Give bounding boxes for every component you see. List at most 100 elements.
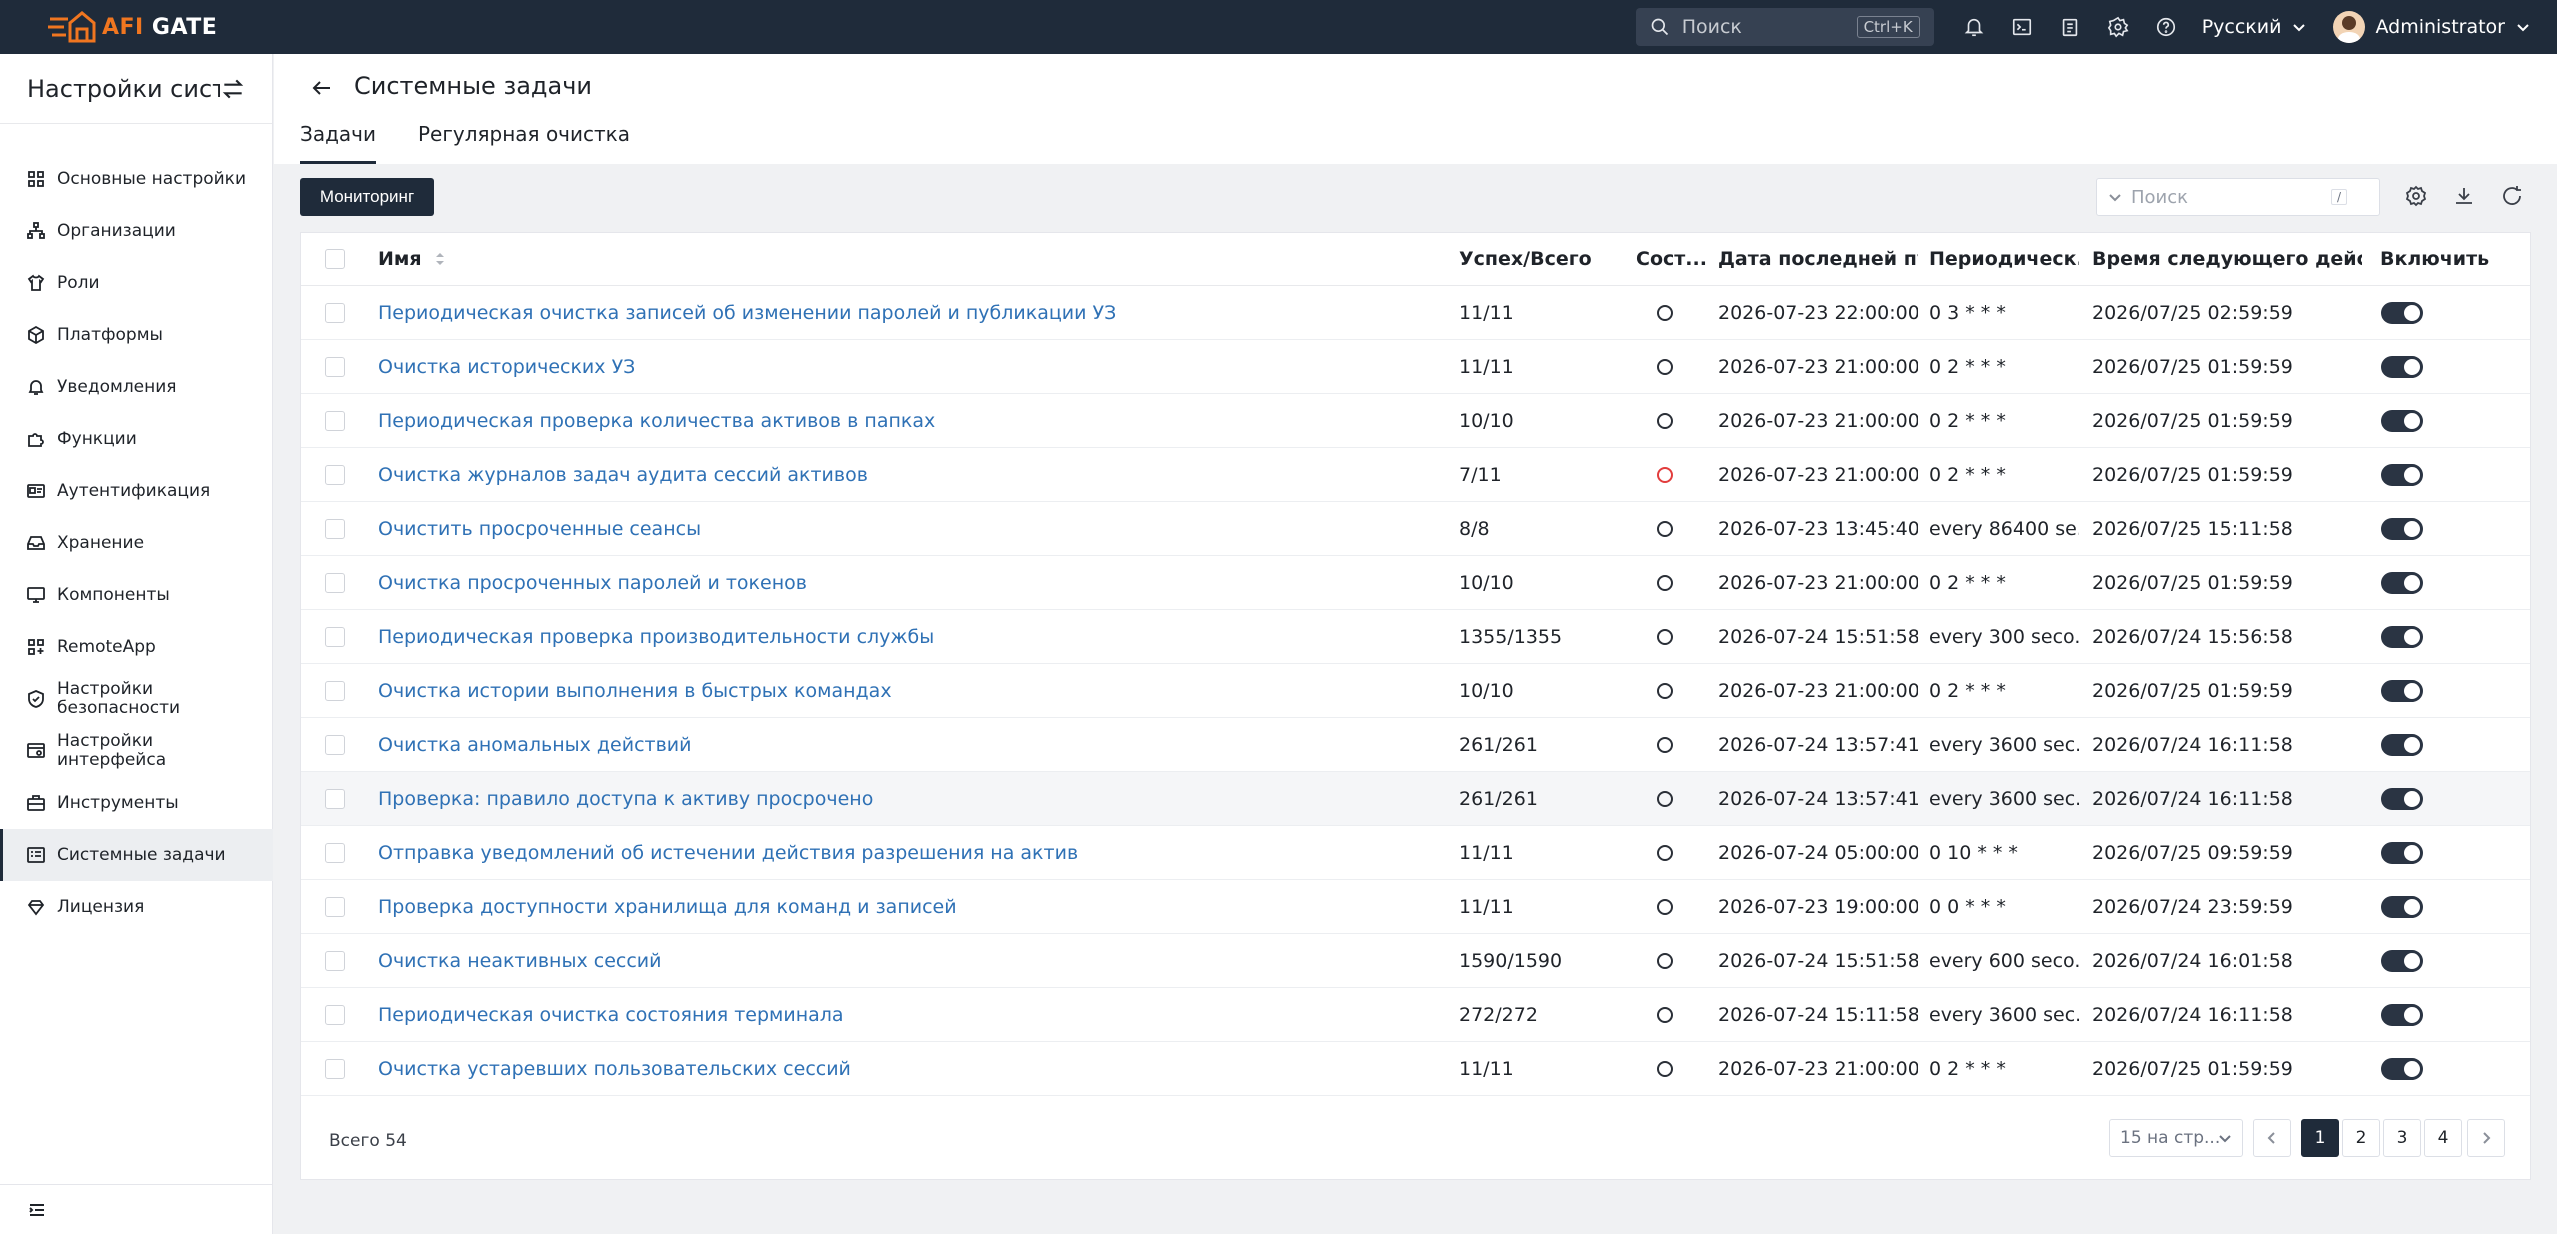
refresh-icon[interactable] bbox=[2500, 184, 2524, 208]
row-checkbox[interactable] bbox=[325, 411, 345, 431]
sidebar-item-system-tasks[interactable]: Системные задачи bbox=[0, 829, 273, 881]
cell-name[interactable]: Очистить просроченные сеансы bbox=[378, 502, 1438, 555]
global-search[interactable]: Поиск Ctrl+K bbox=[1635, 8, 1934, 46]
cell-name[interactable]: Очистка журналов задач аудита сессий акт… bbox=[378, 448, 1438, 501]
enable-toggle[interactable] bbox=[2381, 410, 2423, 432]
settings-button[interactable] bbox=[2094, 0, 2142, 54]
gear-icon[interactable] bbox=[2404, 184, 2428, 208]
enable-toggle[interactable] bbox=[2381, 302, 2423, 324]
sidebar-item-platforms[interactable]: Платформы bbox=[0, 309, 273, 361]
table-row: Отправка уведомлений об истечении действ… bbox=[301, 826, 2530, 880]
row-checkbox[interactable] bbox=[325, 735, 345, 755]
row-checkbox[interactable] bbox=[325, 951, 345, 971]
monitoring-button[interactable]: Мониторинг bbox=[300, 178, 434, 216]
row-checkbox[interactable] bbox=[325, 789, 345, 809]
cell-success: 11/11 bbox=[1459, 1057, 1514, 1080]
page-button-1[interactable]: 1 bbox=[2301, 1119, 2339, 1157]
page-button-3[interactable]: 3 bbox=[2383, 1119, 2421, 1157]
cell-last-run: 2026-07-23 22:00:00 bbox=[1718, 301, 1918, 324]
enable-toggle[interactable] bbox=[2381, 896, 2423, 918]
sidebar-item-organizations[interactable]: Организации bbox=[0, 205, 273, 257]
sidebar-item-notifications[interactable]: Уведомления bbox=[0, 361, 273, 413]
cell-success: 10/10 bbox=[1459, 679, 1514, 702]
sidebar-item-interface[interactable]: Настройки интерфейса bbox=[0, 725, 273, 777]
sidebar-item-authentication[interactable]: Аутентификация bbox=[0, 465, 273, 517]
row-checkbox[interactable] bbox=[325, 465, 345, 485]
collapse-menu-icon[interactable] bbox=[27, 1200, 47, 1220]
sidebar-item-features[interactable]: Функции bbox=[0, 413, 273, 465]
enable-toggle[interactable] bbox=[2381, 950, 2423, 972]
row-checkbox[interactable] bbox=[325, 303, 345, 323]
prev-page-button[interactable] bbox=[2253, 1119, 2291, 1157]
row-checkbox[interactable] bbox=[325, 681, 345, 701]
sidebar-item-security[interactable]: Настройки безопасности bbox=[0, 673, 273, 725]
sidebar-item-label: Хранение bbox=[57, 532, 145, 553]
cell-name[interactable]: Проверка доступности хранилища для коман… bbox=[378, 880, 1438, 933]
select-all-checkbox[interactable] bbox=[325, 249, 345, 269]
enable-toggle[interactable] bbox=[2381, 788, 2423, 810]
enable-toggle[interactable] bbox=[2381, 356, 2423, 378]
cell-last-run: 2026-07-23 21:00:00 bbox=[1718, 355, 1918, 378]
row-checkbox[interactable] bbox=[325, 1059, 345, 1079]
sidebar-item-basic-settings[interactable]: Основные настройки bbox=[0, 153, 273, 205]
table-search[interactable]: / bbox=[2096, 178, 2380, 216]
cell-name[interactable]: Очистка неактивных сессий bbox=[378, 934, 1438, 987]
sidebar-item-license[interactable]: Лицензия bbox=[0, 881, 273, 933]
enable-toggle[interactable] bbox=[2381, 464, 2423, 486]
cell-name[interactable]: Очистка просроченных паролей и токенов bbox=[378, 556, 1438, 609]
swap-icon[interactable] bbox=[220, 76, 246, 102]
cell-name[interactable]: Периодическая проверка производительност… bbox=[378, 610, 1438, 663]
enable-toggle[interactable] bbox=[2381, 626, 2423, 648]
sidebar-item-remoteapp[interactable]: RemoteApp bbox=[0, 621, 273, 673]
enable-toggle[interactable] bbox=[2381, 1004, 2423, 1026]
tab-regular-cleanup[interactable]: Регулярная очистка bbox=[418, 122, 630, 164]
cell-name[interactable]: Периодическая очистка состояния терминал… bbox=[378, 988, 1438, 1041]
download-icon[interactable] bbox=[2452, 184, 2476, 208]
enable-toggle[interactable] bbox=[2381, 572, 2423, 594]
enable-toggle[interactable] bbox=[2381, 518, 2423, 540]
enable-toggle[interactable] bbox=[2381, 1058, 2423, 1080]
tab-tasks[interactable]: Задачи bbox=[300, 122, 376, 164]
enable-toggle[interactable] bbox=[2381, 680, 2423, 702]
column-header-name[interactable]: Имя bbox=[378, 233, 446, 285]
help-icon bbox=[2156, 17, 2175, 37]
notifications-button[interactable] bbox=[1950, 0, 1998, 54]
user-menu[interactable]: Administrator bbox=[2333, 11, 2531, 43]
sidebar-item-roles[interactable]: Роли bbox=[0, 257, 273, 309]
row-checkbox[interactable] bbox=[325, 357, 345, 377]
terminal-button[interactable] bbox=[1998, 0, 2046, 54]
row-checkbox[interactable] bbox=[325, 519, 345, 539]
cell-name[interactable]: Периодическая проверка количества активо… bbox=[378, 394, 1438, 447]
tasks-button[interactable] bbox=[2046, 0, 2094, 54]
cell-name[interactable]: Отправка уведомлений об истечении действ… bbox=[378, 826, 1438, 879]
chevron-down-icon[interactable] bbox=[2107, 189, 2123, 205]
cell-next-run: 2026/07/24 15:56:58 bbox=[2092, 625, 2293, 648]
row-checkbox[interactable] bbox=[325, 1005, 345, 1025]
cell-name[interactable]: Очистка истории выполнения в быстрых ком… bbox=[378, 664, 1438, 717]
row-checkbox[interactable] bbox=[325, 627, 345, 647]
cell-name[interactable]: Очистка аномальных действий bbox=[378, 718, 1438, 771]
language-select[interactable]: Русский bbox=[2202, 16, 2308, 38]
row-checkbox[interactable] bbox=[325, 843, 345, 863]
cell-name[interactable]: Проверка: правило доступа к активу проср… bbox=[378, 772, 1438, 825]
cell-name[interactable]: Очистка устаревших пользовательских сесс… bbox=[378, 1042, 1438, 1095]
page-size-select[interactable]: 15 на стр... bbox=[2109, 1119, 2243, 1157]
back-arrow-icon[interactable] bbox=[310, 76, 334, 100]
cell-last-run: 2026-07-23 21:00:00 bbox=[1718, 409, 1918, 432]
next-page-button[interactable] bbox=[2467, 1119, 2505, 1157]
sidebar-item-components[interactable]: Компоненты bbox=[0, 569, 273, 621]
page-button-2[interactable]: 2 bbox=[2342, 1119, 2380, 1157]
cell-name[interactable]: Очистка исторических УЗ bbox=[378, 340, 1438, 393]
sidebar-item-storage[interactable]: Хранение bbox=[0, 517, 273, 569]
page-button-4[interactable]: 4 bbox=[2424, 1119, 2462, 1157]
row-checkbox[interactable] bbox=[325, 573, 345, 593]
enable-toggle[interactable] bbox=[2381, 734, 2423, 756]
row-checkbox[interactable] bbox=[325, 897, 345, 917]
brand-logo[interactable]: AFI GATE bbox=[48, 9, 217, 45]
cell-name[interactable]: Периодическая очистка записей об изменен… bbox=[378, 286, 1438, 339]
sidebar-item-tools[interactable]: Инструменты bbox=[0, 777, 273, 829]
help-button[interactable] bbox=[2142, 0, 2190, 54]
enable-toggle[interactable] bbox=[2381, 842, 2423, 864]
table-search-input[interactable] bbox=[2131, 186, 2331, 208]
sort-icon[interactable] bbox=[434, 250, 446, 268]
